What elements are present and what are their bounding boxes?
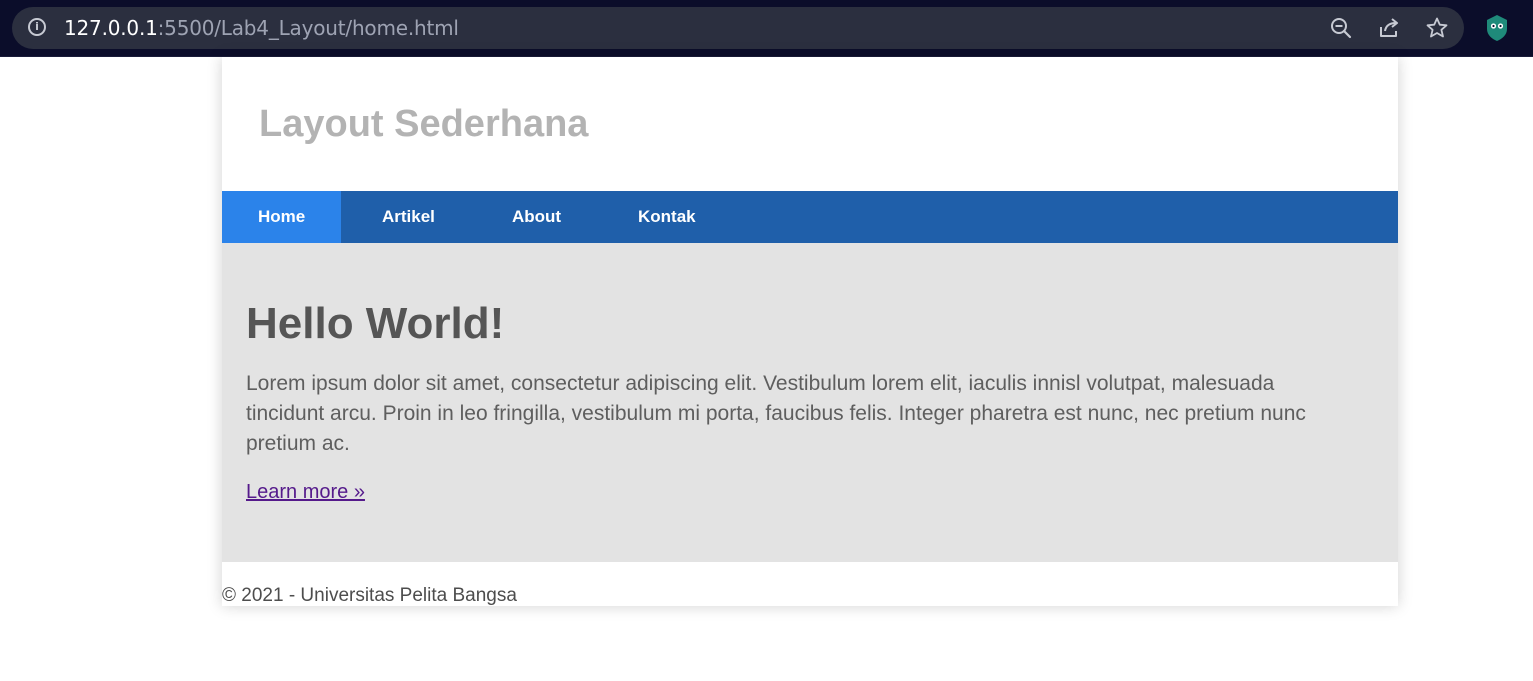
nav-item-artikel[interactable]: Artikel [341, 191, 472, 243]
main-nav: Home Artikel About Kontak [222, 191, 1398, 243]
nav-item-kontak[interactable]: Kontak [598, 191, 718, 243]
learn-more-link[interactable]: Learn more » [246, 481, 365, 504]
hero-paragraph: Lorem ipsum dolor sit amet, consectetur … [246, 372, 1306, 455]
zoom-out-icon[interactable] [1329, 16, 1353, 40]
share-icon[interactable] [1377, 16, 1401, 40]
nav-item-about[interactable]: About [472, 191, 598, 243]
site-title: Layout Sederhana [259, 103, 589, 145]
hero-section: Hello World! Lorem ipsum dolor sit amet,… [222, 243, 1398, 562]
url-text[interactable]: 127.0.0.1:5500/Lab4_Layout/home.html [64, 16, 459, 40]
extension-icon[interactable] [1484, 14, 1510, 42]
hero-heading: Hello World! [246, 299, 505, 348]
footer-text: © 2021 - Universitas Pelita Bangsa [222, 585, 517, 606]
bookmark-star-icon[interactable] [1425, 16, 1449, 40]
browser-toolbar: i 127.0.0.1:5500/Lab4_Layout/home.html [0, 0, 1533, 57]
info-icon[interactable]: i [28, 18, 46, 36]
nav-item-home[interactable]: Home [222, 191, 341, 243]
url-path: :5500/Lab4_Layout/home.html [157, 16, 459, 40]
site-header: Layout Sederhana [222, 57, 1398, 191]
url-host: 127.0.0.1 [64, 16, 158, 40]
page-container: Layout Sederhana Home Artikel About Kont… [222, 57, 1398, 606]
